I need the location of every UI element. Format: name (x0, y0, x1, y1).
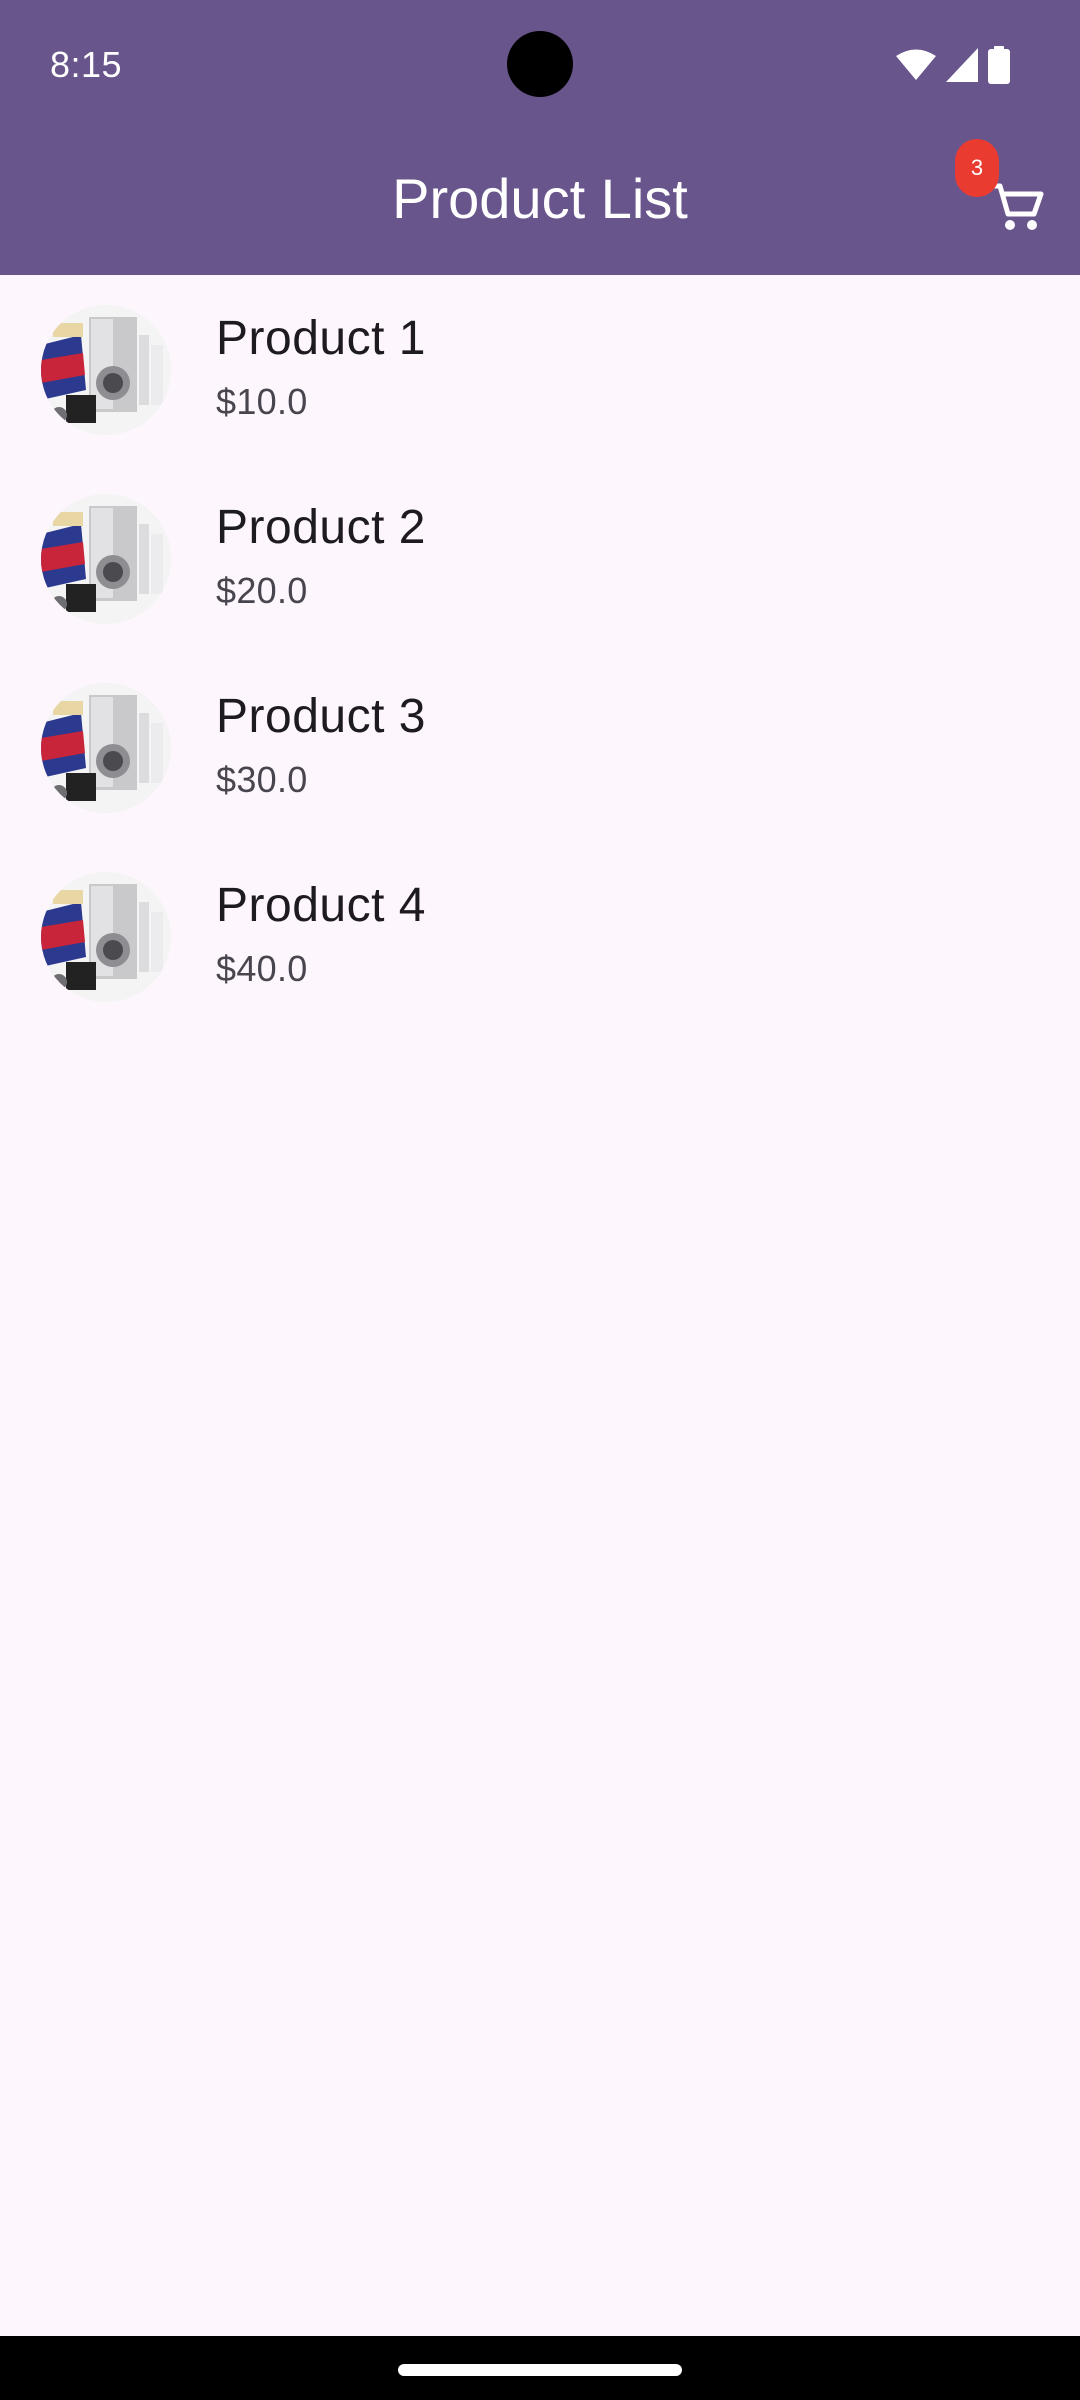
product-price: $20.0 (216, 570, 308, 611)
top-app-area: 8:15 Product List 3 (0, 0, 1080, 275)
product-thumbnail (41, 872, 171, 1002)
product-price: $10.0 (216, 381, 308, 422)
product-list-item[interactable]: Product 1 $10.0 (0, 275, 1080, 464)
product-list: Product 1 $10.0 Product 2 $20.0 Product … (0, 275, 1080, 1031)
cellular-signal-icon (946, 48, 978, 82)
status-icons (896, 45, 1010, 85)
status-time: 8:15 (50, 44, 123, 85)
battery-icon (988, 46, 1010, 84)
product-thumbnail (41, 494, 171, 624)
product-name: Product 2 (216, 501, 426, 554)
product-thumbnail (41, 683, 171, 813)
status-bar: 8:15 (0, 0, 1080, 130)
cart-count-badge: 3 (955, 139, 999, 197)
camera-cutout (507, 31, 573, 97)
system-navigation-bar (0, 2336, 1080, 2400)
wifi-icon (896, 49, 936, 81)
product-name: Product 4 (216, 879, 426, 932)
page-title: Product List (392, 167, 688, 230)
product-price: $30.0 (216, 759, 308, 800)
product-list-item[interactable]: Product 3 $30.0 (0, 653, 1080, 842)
home-gesture-handle[interactable] (398, 2364, 682, 2376)
product-name: Product 3 (216, 690, 426, 743)
product-list-item[interactable]: Product 2 $20.0 (0, 464, 1080, 653)
product-name: Product 1 (216, 312, 426, 365)
product-thumbnail (41, 305, 171, 435)
product-price: $40.0 (216, 948, 308, 989)
app-bar: Product List (0, 130, 1080, 275)
product-list-item[interactable]: Product 4 $40.0 (0, 842, 1080, 1031)
product-list-screen: 8:15 Product List 3 Product 1 $10.0 Prod… (0, 0, 1080, 2400)
